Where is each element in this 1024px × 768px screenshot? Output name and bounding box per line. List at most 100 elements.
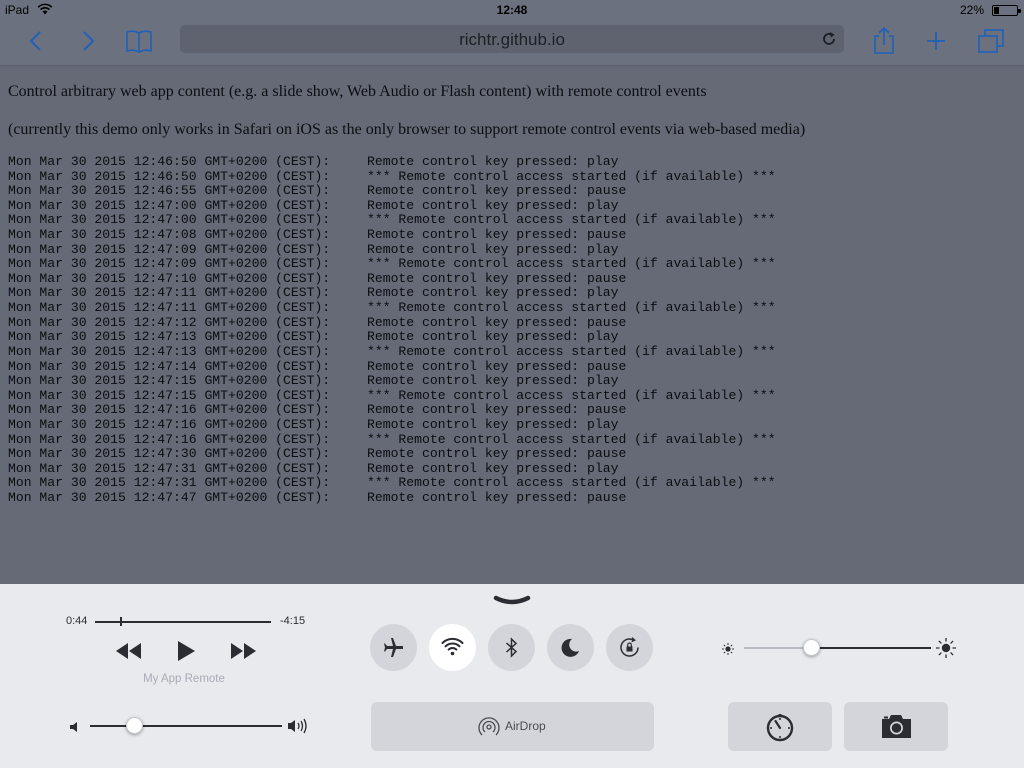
log-timestamp: Mon Mar 30 2015 12:47:08 GMT+0200 (CEST)… [8, 227, 331, 243]
camera-icon [882, 715, 911, 738]
control-center: 0:44 -4:15 My App Remote AirDrop [0, 584, 1024, 768]
web-page: Control arbitrary web app content (e.g. … [0, 67, 1024, 584]
brightness-fill [744, 647, 811, 649]
elapsed-time: 0:44 [66, 615, 88, 627]
forward-icon[interactable] [72, 26, 104, 56]
bookmarks-icon[interactable] [123, 26, 155, 56]
status-bar: iPad 12:48 22% [0, 0, 1024, 20]
log-timestamp: Mon Mar 30 2015 12:47:11 GMT+0200 (CEST)… [8, 300, 331, 316]
log-timestamp: Mon Mar 30 2015 12:47:09 GMT+0200 (CEST)… [8, 241, 331, 257]
log-message: *** Remote control access started (if av… [367, 300, 776, 316]
log-message: Remote control key pressed: pause [367, 270, 627, 286]
wifi-icon [441, 637, 464, 656]
log-entry: Mon Mar 30 2015 12:47:11 GMT+0200 (CEST)… [8, 300, 776, 316]
log-timestamp: Mon Mar 30 2015 12:47:15 GMT+0200 (CEST)… [8, 387, 331, 403]
chevron-down-icon[interactable] [492, 594, 532, 608]
log-entry: Mon Mar 30 2015 12:47:13 GMT+0200 (CEST)… [8, 330, 776, 345]
log-entry: Mon Mar 30 2015 12:47:16 GMT+0200 (CEST)… [8, 416, 776, 433]
log-timestamp: Mon Mar 30 2015 12:47:15 GMT+0200 (CEST)… [8, 373, 331, 389]
bluetooth-toggle[interactable] [488, 624, 535, 671]
log-timestamp: Mon Mar 30 2015 12:47:00 GMT+0200 (CEST)… [8, 212, 331, 228]
airplane-mode-toggle[interactable] [370, 624, 417, 671]
log-entry: Mon Mar 30 2015 12:47:09 GMT+0200 (CEST)… [8, 256, 776, 272]
log-entry: Mon Mar 30 2015 12:47:08 GMT+0200 (CEST)… [8, 227, 776, 243]
log-timestamp: Mon Mar 30 2015 12:47:13 GMT+0200 (CEST)… [8, 343, 331, 359]
log-message: Remote control key pressed: play [367, 241, 619, 257]
tabs-icon[interactable] [975, 26, 1007, 56]
log-entry: Mon Mar 30 2015 12:47:15 GMT+0200 (CEST)… [8, 387, 776, 404]
log-message: *** Remote control access started (if av… [367, 387, 776, 403]
log-entry: Mon Mar 30 2015 12:47:31 GMT+0200 (CEST)… [8, 476, 776, 491]
log-timestamp: Mon Mar 30 2015 12:47:11 GMT+0200 (CEST)… [8, 285, 331, 301]
log-message: Remote control key pressed: pause [367, 446, 627, 462]
log-message: *** Remote control access started (if av… [367, 475, 776, 491]
rotation-lock-toggle[interactable] [606, 624, 653, 671]
url-text: richtr.github.io [459, 30, 565, 49]
log-message: Remote control key pressed: play [367, 197, 619, 213]
log-entry: Mon Mar 30 2015 12:47:16 GMT+0200 (CEST)… [8, 403, 776, 418]
wifi-toggle[interactable] [429, 624, 476, 671]
log-message: Remote control key pressed: pause [367, 402, 627, 418]
log-entry: Mon Mar 30 2015 12:47:16 GMT+0200 (CEST)… [8, 431, 776, 448]
play-icon[interactable] [175, 638, 197, 664]
log-timestamp: Mon Mar 30 2015 12:47:10 GMT+0200 (CEST)… [8, 270, 331, 286]
volume-high-icon [287, 718, 309, 734]
log-timestamp: Mon Mar 30 2015 12:47:31 GMT+0200 (CEST)… [8, 475, 331, 491]
remaining-time: -4:15 [280, 615, 306, 627]
do-not-disturb-toggle[interactable] [547, 624, 594, 671]
log-message: *** Remote control access started (if av… [367, 168, 776, 184]
log-timestamp: Mon Mar 30 2015 12:47:12 GMT+0200 (CEST)… [8, 314, 331, 330]
log-message: *** Remote control access started (if av… [367, 431, 776, 447]
scrubber-playhead[interactable] [120, 617, 122, 626]
add-icon[interactable] [920, 26, 952, 56]
rewind-icon[interactable] [114, 638, 142, 664]
airplane-icon [384, 638, 403, 657]
volume-knob[interactable] [126, 717, 143, 734]
airdrop-icon [478, 717, 500, 736]
log-entry: Mon Mar 30 2015 12:46:55 GMT+0200 (CEST)… [8, 183, 776, 199]
log-entry: Mon Mar 30 2015 12:47:15 GMT+0200 (CEST)… [8, 373, 776, 389]
camera-button[interactable] [844, 702, 948, 751]
volume-low-icon [68, 719, 80, 733]
log-message: Remote control key pressed: pause [367, 490, 627, 506]
log-timestamp: Mon Mar 30 2015 12:47:31 GMT+0200 (CEST)… [8, 460, 331, 476]
log-entry: Mon Mar 30 2015 12:46:50 GMT+0200 (CEST)… [8, 168, 776, 185]
log-entry: Mon Mar 30 2015 12:47:09 GMT+0200 (CEST)… [8, 241, 776, 258]
reload-icon[interactable] [820, 30, 838, 48]
log-entry: Mon Mar 30 2015 12:47:14 GMT+0200 (CEST)… [8, 358, 776, 375]
log-timestamp: Mon Mar 30 2015 12:46:55 GMT+0200 (CEST)… [8, 183, 331, 199]
address-bar[interactable]: richtr.github.io [180, 25, 844, 53]
log-entry: Mon Mar 30 2015 12:47:00 GMT+0200 (CEST)… [8, 213, 776, 228]
share-icon[interactable] [868, 26, 900, 56]
battery-icon [992, 5, 1021, 16]
log-entry: Mon Mar 30 2015 12:47:10 GMT+0200 (CEST)… [8, 270, 776, 287]
log-message: Remote control key pressed: pause [367, 358, 627, 374]
log-entry: Mon Mar 30 2015 12:47:47 GMT+0200 (CEST)… [8, 490, 776, 506]
log-entry: Mon Mar 30 2015 12:47:00 GMT+0200 (CEST)… [8, 197, 776, 214]
log-timestamp: Mon Mar 30 2015 12:47:16 GMT+0200 (CEST)… [8, 402, 331, 418]
log-timestamp: Mon Mar 30 2015 12:47:16 GMT+0200 (CEST)… [8, 431, 331, 447]
log-message: *** Remote control access started (if av… [367, 212, 776, 228]
browser-toolbar: richtr.github.io [0, 20, 1024, 66]
log-message: Remote control key pressed: play [367, 154, 619, 169]
back-icon[interactable] [20, 26, 52, 56]
now-playing-title: My App Remote [143, 673, 225, 685]
log-entry: Mon Mar 30 2015 12:47:13 GMT+0200 (CEST)… [8, 343, 776, 360]
log-message: Remote control key pressed: play [367, 460, 619, 476]
log-timestamp: Mon Mar 30 2015 12:47:16 GMT+0200 (CEST)… [8, 416, 331, 432]
timer-icon [766, 714, 794, 742]
intro-text: Control arbitrary web app content (e.g. … [8, 83, 707, 100]
log-timestamp: Mon Mar 30 2015 12:47:30 GMT+0200 (CEST)… [8, 446, 331, 462]
rotation-lock-icon [620, 637, 639, 657]
log-message: Remote control key pressed: play [367, 416, 619, 432]
browser-note: (currently this demo only works in Safar… [8, 121, 806, 138]
brightness-knob[interactable] [803, 639, 820, 656]
fast-forward-icon[interactable] [230, 638, 258, 664]
event-log: Mon Mar 30 2015 12:46:50 GMT+0200 (CEST)… [8, 154, 776, 506]
airdrop-button[interactable]: AirDrop [371, 702, 654, 751]
brightness-track [811, 647, 931, 649]
bluetooth-icon [505, 637, 518, 658]
timer-button[interactable] [728, 702, 832, 751]
log-timestamp: Mon Mar 30 2015 12:46:50 GMT+0200 (CEST)… [8, 154, 331, 169]
log-message: Remote control key pressed: play [367, 329, 619, 345]
